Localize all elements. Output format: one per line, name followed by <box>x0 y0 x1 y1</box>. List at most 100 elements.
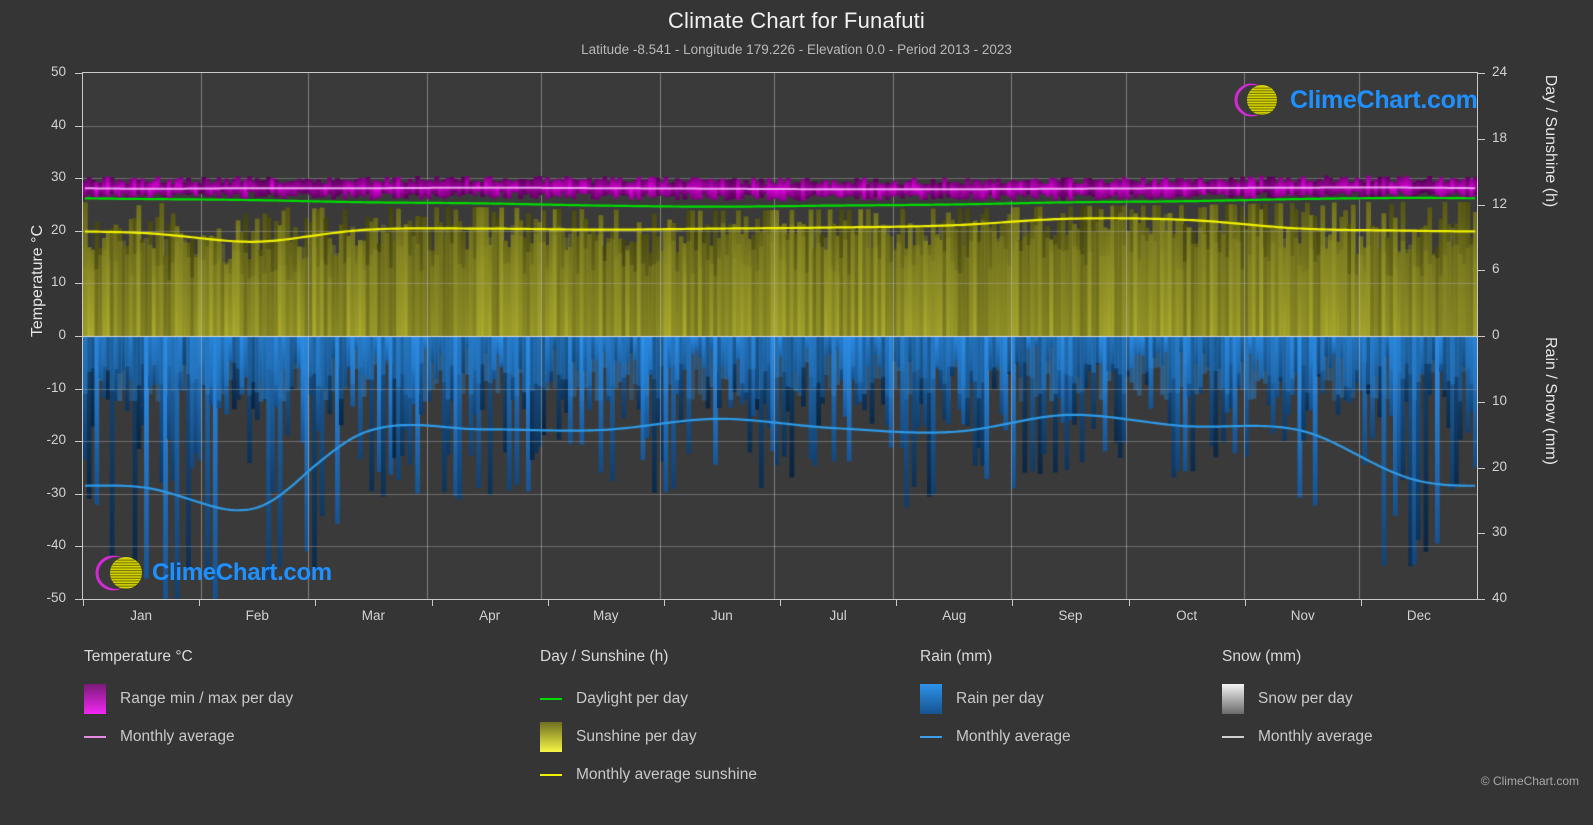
climate-chart-page: Climate Chart for Funafuti Latitude -8.5… <box>0 0 1593 825</box>
rain-average-swatch <box>920 736 942 738</box>
legend-item-label: Sunshine per day <box>576 728 697 745</box>
legend-column-title: Rain (mm) <box>920 648 993 665</box>
copyright-text: © ClimeChart.com <box>1480 774 1579 788</box>
page-subtitle: Latitude -8.541 - Longitude 179.226 - El… <box>581 42 1012 57</box>
y-axis-left-tick-mark <box>75 283 82 285</box>
x-axis-tick-mark <box>780 600 781 606</box>
climechart-logo-icon <box>1234 83 1277 117</box>
legend-item[interactable]: Daylight per day <box>540 680 757 718</box>
y-axis-right-tick-mark <box>1478 401 1485 403</box>
legend-column: Rain (mm) Rain per day Monthly average <box>920 648 1071 756</box>
x-axis-tick-mark <box>663 600 665 606</box>
y-axis-right-tick-mark <box>1478 336 1485 337</box>
snow-swatch <box>1222 684 1244 714</box>
x-axis-tick-label: Dec <box>1406 608 1431 623</box>
y-axis-left-tick-label: 20 <box>50 221 66 237</box>
x-axis-tick-label: Sep <box>1058 608 1083 623</box>
y-axis-left-tick-mark <box>75 599 82 600</box>
y-axis-left-tick-mark <box>75 546 82 548</box>
y-axis-left-tick-mark <box>75 336 82 337</box>
y-axis-right-sunshine-tick-label: 0 <box>1492 327 1500 342</box>
x-axis-tick-label: Mar <box>361 608 386 623</box>
sunshine-swatch <box>540 722 562 752</box>
x-axis-tick-mark <box>431 600 433 606</box>
legend-column: Day / Sunshine (h) Daylight per day Sunshi… <box>540 648 757 794</box>
y-axis-left-tick-mark <box>75 493 82 495</box>
watermark-logo-top: ClimeChart.com <box>1232 80 1478 120</box>
y-axis-right-top-title: Day / Sunshine (h) <box>1542 74 1559 208</box>
y-axis-right-tick-mark <box>1478 270 1485 272</box>
x-axis-tick-label: May <box>592 608 619 623</box>
y-axis-right-sunshine-tick-label: 6 <box>1492 261 1500 277</box>
x-axis-tick-mark <box>199 600 201 606</box>
y-axis-left-tick-label: 50 <box>50 64 66 79</box>
legend: Temperature °C Range min / max per day Mon… <box>0 648 1593 798</box>
legend-item[interactable]: Monthly average <box>84 718 293 756</box>
y-axis-left-tick-mark <box>75 388 82 390</box>
y-axis-left-tick-mark <box>75 178 82 180</box>
y-axis-right-sunshine-tick-label: 18 <box>1492 129 1508 145</box>
x-axis-tick-mark <box>83 600 84 606</box>
y-axis-left-tick-label: 0 <box>58 327 66 342</box>
snow-average-swatch <box>1222 736 1244 738</box>
y-axis-left-tick-label: 10 <box>50 274 66 290</box>
y-axis-left-tick-label: -10 <box>46 379 66 395</box>
page-title: Climate Chart for Funafuti <box>667 8 926 33</box>
y-axis-right-rain-tick-label: 20 <box>1492 458 1508 474</box>
legend-item[interactable]: Range min / max per day <box>84 680 293 718</box>
y-axis-left-tick-label: -20 <box>46 432 66 448</box>
y-axis-right-tick-mark <box>1478 138 1485 140</box>
x-axis-tick-label: Jul <box>829 608 847 623</box>
legend-item-label: Monthly average <box>956 728 1071 745</box>
legend-item-label: Monthly average <box>1258 728 1373 745</box>
y-axis-right-tick-mark <box>1478 73 1485 74</box>
legend-item-label: Monthly average <box>120 728 235 745</box>
x-axis-tick-mark <box>1128 600 1130 606</box>
x-axis-tick-label: Oct <box>1176 608 1198 623</box>
x-axis-tick-mark <box>1012 600 1014 606</box>
x-axis-tick-mark <box>1360 600 1362 606</box>
legend-item-label: Range min / max per day <box>120 690 294 707</box>
x-axis-tick-label: Nov <box>1290 608 1315 623</box>
temp-average-swatch <box>84 736 106 738</box>
watermark-logo-bottom: ClimeChart.com <box>94 551 332 595</box>
legend-item[interactable]: Sunshine per day <box>540 718 757 756</box>
y-axis-right-rain-tick-label: 30 <box>1492 524 1508 540</box>
legend-column-title: Day / Sunshine (h) <box>540 648 669 665</box>
x-axis-tick-label: Aug <box>942 608 967 623</box>
y-axis-right-sunshine-tick-label: 12 <box>1492 195 1508 211</box>
y-axis-left-tick-mark <box>75 73 82 74</box>
y-axis-right-tick-mark <box>1478 599 1485 600</box>
legend-column-title: Snow (mm) <box>1222 648 1302 665</box>
y-axis-left-tick-mark <box>75 230 82 232</box>
y-axis-left-tick-label: -50 <box>46 590 66 605</box>
x-axis-tick-label: Jun <box>711 608 733 623</box>
x-axis-tick-mark <box>315 600 317 606</box>
x-axis-tick-mark <box>896 600 898 606</box>
legend-item[interactable]: Monthly average <box>1222 718 1373 756</box>
sunshine-average-swatch <box>540 774 562 776</box>
legend-item-label: Snow per day <box>1258 690 1353 707</box>
y-axis-left-tick-mark <box>75 441 82 443</box>
legend-item-label: Rain per day <box>956 690 1044 707</box>
x-axis-tick-mark <box>1244 600 1246 606</box>
legend-item[interactable]: Monthly average sunshine <box>540 756 757 794</box>
x-axis-tick-label: Jan <box>130 608 152 623</box>
rain-swatch <box>920 684 942 714</box>
legend-item-label: Monthly average sunshine <box>576 766 757 783</box>
legend-item[interactable]: Snow per day <box>1222 680 1373 718</box>
plot-area <box>82 72 1478 600</box>
y-axis-left-tick-label: 40 <box>50 116 66 132</box>
x-axis-tick-mark <box>547 600 549 606</box>
y-axis-right-tick-mark <box>1478 533 1485 535</box>
y-axis-left-tick-label: -30 <box>46 484 66 500</box>
legend-column: Temperature °C Range min / max per day Mon… <box>84 648 293 756</box>
legend-item[interactable]: Rain per day <box>920 680 1071 718</box>
legend-column: Snow (mm) Snow per day Monthly average <box>1222 648 1373 756</box>
y-axis-left-tick-label: -40 <box>46 537 66 553</box>
watermark-logo-text: ClimeChart.com <box>1290 85 1478 114</box>
y-axis-right-sunshine-tick-label: 24 <box>1492 64 1508 79</box>
y-axis-right-rain-tick-label: 40 <box>1492 590 1508 605</box>
y-axis-right-tick-mark <box>1478 204 1485 206</box>
legend-item[interactable]: Monthly average <box>920 718 1071 756</box>
